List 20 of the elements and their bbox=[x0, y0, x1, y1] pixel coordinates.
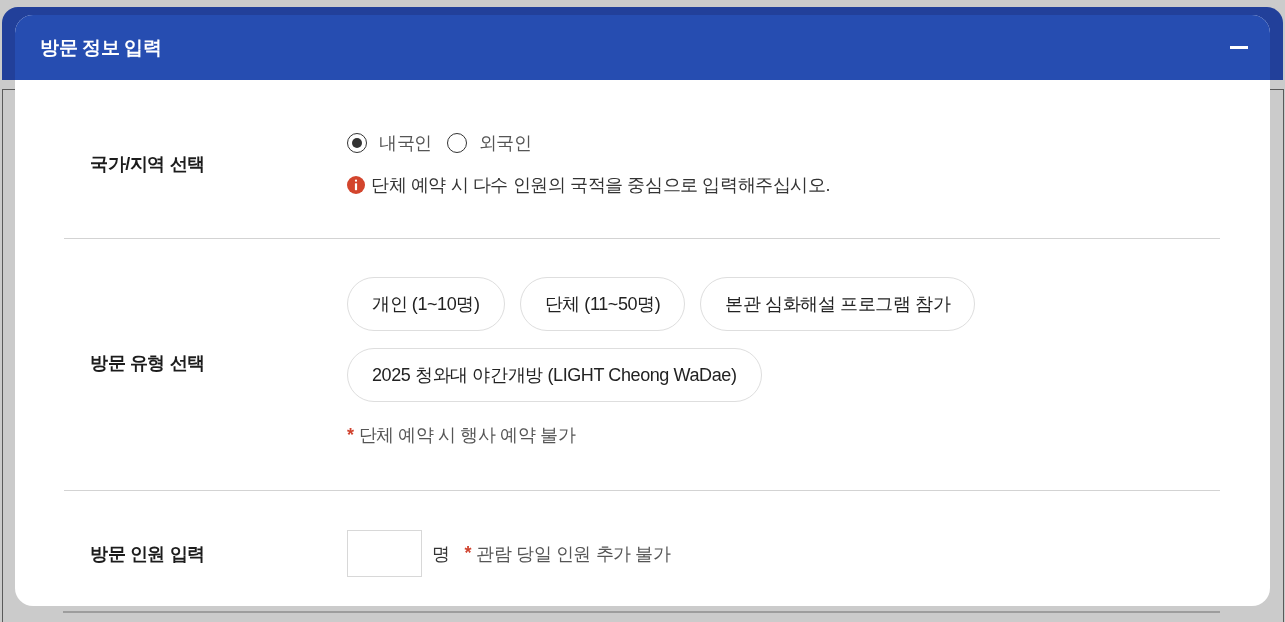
radio-option[interactable]: 내국인 bbox=[347, 130, 432, 156]
note-text: 단체 예약 시 행사 예약 불가 bbox=[358, 424, 576, 447]
minus-icon bbox=[1230, 46, 1248, 49]
visit-type-button[interactable]: 단체 (11~50명) bbox=[519, 277, 686, 331]
info-icon bbox=[347, 176, 365, 194]
field-label: 방문 유형 선택 bbox=[89, 351, 206, 375]
unit-label: 명 bbox=[432, 542, 450, 566]
visit-type-button[interactable]: 개인 (1~10명) bbox=[347, 277, 505, 331]
visit-type-button[interactable]: 2025 청와대 야간개방 (LIGHT Cheong WaDae) bbox=[347, 348, 762, 402]
collapse-button[interactable] bbox=[1230, 46, 1248, 49]
info-note: 단체 예약 시 다수 인원의 국적을 중심으로 입력해주십시오. bbox=[371, 174, 831, 197]
field-label: 방문 인원 입력 bbox=[89, 542, 206, 566]
visit-type-button[interactable]: 본관 심화해설 프로그램 참가 bbox=[700, 277, 976, 331]
card-title: 방문 정보 입력 bbox=[40, 35, 162, 60]
note-text: 관람 당일 인원 추가 불가 bbox=[476, 542, 671, 566]
required-asterisk: * bbox=[347, 424, 354, 447]
required-asterisk: * bbox=[464, 543, 472, 564]
radio-option[interactable]: 외국인 bbox=[446, 130, 532, 156]
field-label: 국가/지역 선택 bbox=[89, 153, 206, 176]
count-input[interactable] bbox=[347, 530, 422, 577]
